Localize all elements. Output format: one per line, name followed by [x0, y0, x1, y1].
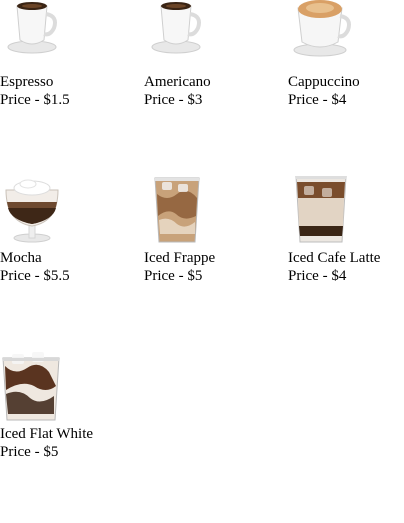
item-price: Price - $5	[144, 268, 203, 284]
item-price: Price - $5	[0, 444, 59, 460]
mocha-glass-icon[interactable]	[0, 176, 70, 246]
item-name: Iced Frappe	[144, 250, 216, 266]
item-price: Price - $3	[144, 92, 203, 108]
cappuccino-cup-icon[interactable]	[288, 0, 358, 70]
item-name: Cappuccino	[288, 74, 360, 90]
item-name: Americano	[144, 74, 211, 90]
iced-frappe-glass-icon[interactable]	[144, 176, 214, 246]
iced-cafe-latte-glass-icon[interactable]	[288, 176, 358, 246]
coffee-menu: Espresso Price - $1.5 Americano Price - …	[0, 0, 404, 523]
espresso-cup-icon[interactable]	[0, 0, 70, 70]
iced-flat-white-glass-icon[interactable]	[0, 352, 70, 422]
item-name: Espresso	[0, 74, 54, 90]
americano-cup-icon[interactable]	[144, 0, 214, 70]
item-price: Price - $4	[288, 268, 347, 284]
item-price: Price - $5.5	[0, 268, 70, 284]
item-price: Price - $1.5	[0, 92, 70, 108]
item-name: Iced Cafe Latte	[288, 250, 381, 266]
item-name: Mocha	[0, 250, 42, 266]
item-price: Price - $4	[288, 92, 347, 108]
item-name: Iced Flat White	[0, 426, 94, 442]
